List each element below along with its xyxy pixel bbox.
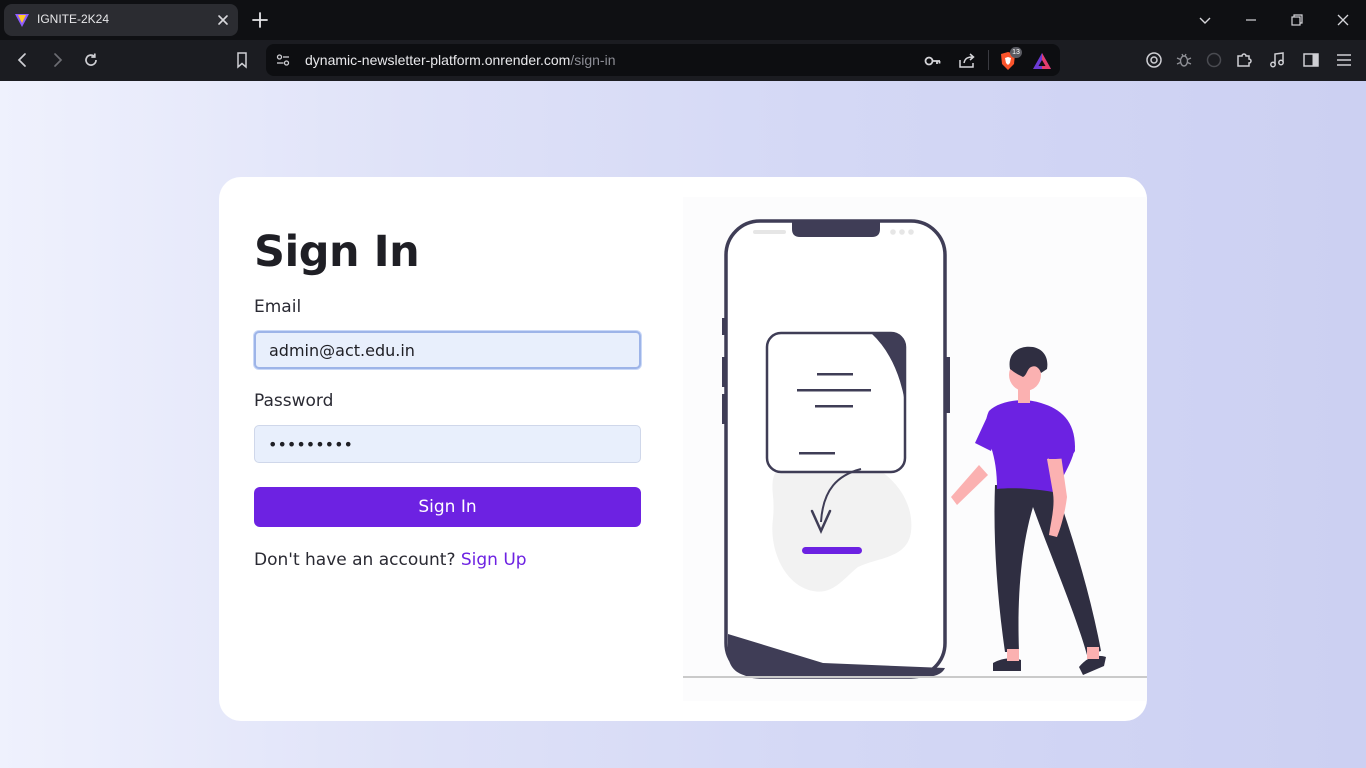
page-title: Sign In — [254, 227, 420, 277]
vite-favicon-icon — [15, 14, 29, 27]
signup-row: Don't have an account? Sign Up — [254, 550, 527, 570]
back-icon[interactable] — [13, 50, 33, 70]
media-icon[interactable] — [1267, 50, 1287, 70]
tab-title: IGNITE-2K24 — [37, 12, 110, 26]
phone-person-illustration — [683, 219, 1147, 679]
reload-icon[interactable] — [81, 50, 101, 70]
browser-toolbar: dynamic-newsletter-platform.onrender.com… — [0, 40, 1366, 81]
tab-strip: IGNITE-2K24 — [0, 0, 1366, 40]
bookmark-icon[interactable] — [232, 50, 252, 70]
new-tab-icon[interactable] — [250, 10, 270, 30]
close-window-icon[interactable] — [1333, 10, 1353, 30]
puzzle-icon[interactable] — [1234, 50, 1254, 70]
signup-prompt: Don't have an account? — [254, 550, 456, 570]
email-field[interactable] — [254, 331, 641, 369]
signin-illustration — [683, 197, 1147, 701]
signin-form: Sign In Email Password Sign In Don't hav… — [254, 177, 642, 721]
password-label: Password — [254, 391, 334, 411]
brave-wallet-icon[interactable] — [1144, 50, 1164, 70]
key-icon[interactable] — [923, 51, 943, 71]
sign-up-link[interactable]: Sign Up — [461, 550, 527, 570]
address-bar[interactable]: dynamic-newsletter-platform.onrender.com… — [266, 44, 1060, 76]
extension-bug-icon[interactable] — [1174, 50, 1194, 70]
url-text: dynamic-newsletter-platform.onrender.com… — [305, 52, 615, 68]
person-illustration — [951, 346, 1106, 675]
url-path: /sign-in — [570, 52, 616, 68]
shields-count-badge: 13 — [1010, 47, 1022, 58]
password-field[interactable] — [254, 425, 641, 463]
divider — [988, 50, 989, 70]
brave-rewards-icon[interactable] — [1031, 50, 1053, 72]
restore-icon[interactable] — [1287, 10, 1307, 30]
close-tab-icon[interactable] — [216, 13, 230, 27]
share-icon[interactable] — [957, 51, 977, 71]
email-label: Email — [254, 297, 302, 317]
menu-icon[interactable] — [1334, 50, 1354, 70]
browser-tab[interactable]: IGNITE-2K24 — [4, 4, 238, 36]
minimize-icon[interactable] — [1241, 10, 1261, 30]
sidebar-icon[interactable] — [1301, 50, 1321, 70]
url-domain: dynamic-newsletter-platform.onrender.com — [305, 52, 571, 68]
forward-icon[interactable] — [47, 50, 67, 70]
sign-in-button[interactable]: Sign In — [254, 487, 641, 527]
extension-circle-icon[interactable] — [1204, 50, 1224, 70]
phone-illustration — [722, 219, 950, 679]
page-background: Sign In Email Password Sign In Don't hav… — [0, 81, 1366, 768]
site-settings-icon[interactable] — [275, 52, 291, 68]
tab-search-chevron-icon[interactable] — [1195, 10, 1215, 30]
ground-line — [683, 676, 1147, 678]
signin-card: Sign In Email Password Sign In Don't hav… — [219, 177, 1147, 721]
